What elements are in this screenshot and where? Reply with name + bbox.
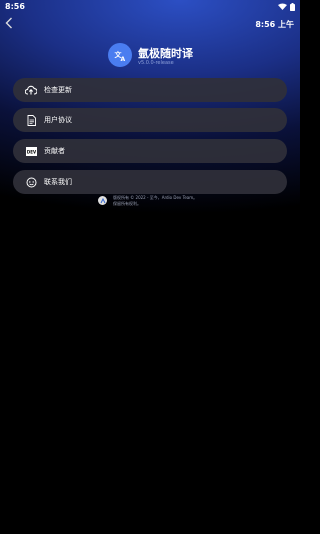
- status-icons: [278, 2, 295, 11]
- cloud-upload-icon: [24, 83, 38, 97]
- document-icon: [24, 113, 38, 127]
- menu-item-label: 联系我们: [44, 178, 72, 186]
- chevron-left-icon: [5, 17, 12, 29]
- top-bar: 8:56 上午: [0, 15, 300, 35]
- app-title: 氩极随时译: [138, 47, 193, 60]
- header-clock: 8:56 上午: [255, 20, 294, 29]
- translate-icon: 文 A: [114, 50, 125, 62]
- team-logo-icon: [98, 196, 107, 205]
- menu-item-check-update[interactable]: 检查更新: [13, 78, 287, 102]
- battery-icon: [290, 2, 295, 11]
- menu-item-contributors[interactable]: DEV 贡献者: [13, 139, 287, 163]
- copyright-text: 版权所有 © 2022 - 至今，Ardio Dev Team。 保留所有权利。: [113, 195, 197, 206]
- menu-item-user-agreement[interactable]: 用户协议: [13, 108, 287, 132]
- app-version: v5.0.0-release: [138, 60, 174, 66]
- status-bar: 8:56: [0, 0, 300, 13]
- copyright-line-1: 版权所有 © 2022 - 至今，Ardio Dev Team。: [113, 195, 198, 200]
- wifi-icon: [278, 3, 287, 10]
- menu-item-label: 用户协议: [44, 116, 72, 124]
- status-time: 8:56: [5, 2, 25, 11]
- copyright-line-2: 保留所有权利。: [113, 200, 141, 206]
- dev-icon-text: DEV: [26, 149, 36, 154]
- menu-item-contact-us[interactable]: 联系我们: [13, 170, 287, 194]
- chat-icon: [24, 175, 38, 189]
- dev-icon: DEV: [24, 144, 38, 158]
- menu-item-label: 检查更新: [44, 86, 72, 94]
- app-logo: 文 A: [108, 43, 132, 67]
- svg-text:A: A: [120, 56, 125, 62]
- footer: 版权所有 © 2022 - 至今，Ardio Dev Team。 保留所有权利。: [98, 195, 197, 206]
- back-button[interactable]: [5, 17, 17, 31]
- menu-item-label: 贡献者: [44, 147, 65, 155]
